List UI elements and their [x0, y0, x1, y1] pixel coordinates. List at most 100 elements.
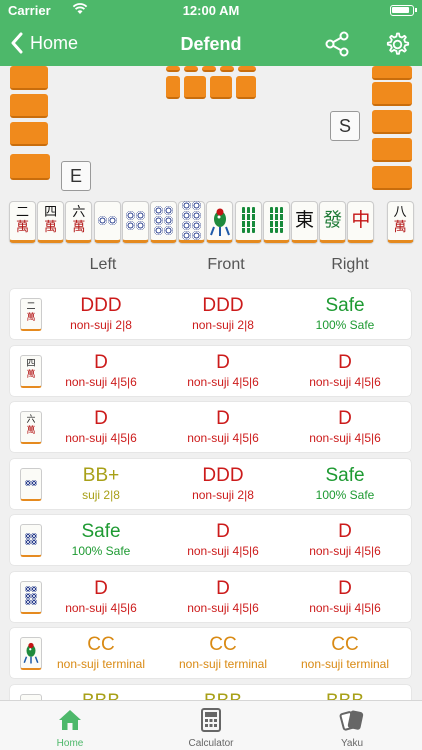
tab-calculator[interactable]: Calculator	[141, 701, 281, 750]
navigation-bar: Home Defend	[0, 22, 422, 66]
danger-rating: Safe	[325, 295, 365, 316]
tile-rank: 二	[15, 205, 29, 220]
hand-tile[interactable]: 四萬	[37, 201, 65, 243]
danger-rating: D	[338, 351, 352, 373]
cards-icon	[339, 710, 364, 731]
danger-row[interactable]: 六萬 Dnon-suji 4|5|6 Dnon-suji 4|5|6 Dnon-suj…	[10, 402, 411, 452]
danger-rating: DDD	[80, 295, 122, 316]
danger-rating: D	[216, 351, 230, 373]
danger-row[interactable]: 二萬 DDD non-suji 2|8 DDD non-suji 2|8 Safe 100%…	[10, 289, 411, 339]
danger-cell-front: Dnon-suji 4|5|6	[162, 578, 284, 615]
danger-cell-right: Dnon-suji 4|5|6	[284, 521, 406, 558]
hand-tile[interactable]: 八萬	[386, 201, 414, 243]
home-icon	[59, 710, 81, 730]
tile-suit: 萬	[72, 220, 86, 235]
danger-rating: CC	[209, 634, 237, 655]
danger-cell-right: Dnon-suji 4|5|6	[284, 408, 406, 445]
danger-detail: non-suji 4|5|6	[65, 431, 137, 445]
circles-icon	[123, 202, 148, 238]
front-opponent-tile	[184, 76, 206, 99]
row-tile	[20, 580, 42, 614]
danger-rating: D	[94, 408, 108, 429]
danger-cell-left: Safe 100% Safe	[40, 521, 162, 558]
hand-tile[interactable]	[150, 201, 177, 243]
hand-tile[interactable]: 二萬	[9, 201, 36, 243]
column-header-right: Right	[331, 256, 369, 273]
tab-calculator-label: Calculator	[188, 738, 234, 749]
hand-tile[interactable]	[234, 201, 262, 243]
danger-row[interactable]: Safe 100% Safe Dnon-suji 4|5|6 Dnon-suji 4|…	[10, 515, 411, 565]
table-area: E S	[0, 66, 422, 196]
danger-row[interactable]: 四萬 Dnon-suji 4|5|6 Dnon-suji 4|5|6 Dnon-suj…	[10, 345, 411, 396]
right-opponent-tile	[372, 166, 412, 190]
danger-detail: non-suji 4|5|6	[187, 374, 259, 389]
hand-tile[interactable]: 中	[347, 201, 375, 243]
row-tile	[20, 467, 42, 501]
hand-tile[interactable]	[121, 201, 149, 243]
hand-tile[interactable]: 六萬	[65, 201, 93, 243]
tab-yaku[interactable]: Yaku	[282, 701, 422, 750]
bird-icon	[209, 208, 230, 236]
danger-rating: D	[338, 408, 352, 429]
danger-cell-front: Dnon-suji 4|5|6	[162, 352, 284, 389]
tile-rank: 八	[393, 205, 407, 220]
row-tile: 二萬	[20, 298, 42, 331]
circles-icon	[21, 582, 41, 610]
danger-rating: Safe	[325, 464, 365, 486]
row-tile: 六萬	[20, 411, 42, 444]
left-opponent-tile	[10, 66, 48, 90]
column-header-front: Front	[207, 256, 245, 273]
tile-suit: 萬	[26, 313, 36, 323]
gear-icon	[386, 32, 410, 55]
danger-row[interactable]: BB+ suji 2|8 DDD non-suji 2|8 Safe 100% Safe	[10, 458, 411, 509]
danger-detail: 100% Safe	[71, 544, 131, 558]
hand-tile[interactable]	[93, 201, 121, 243]
front-opponent-tile	[210, 76, 232, 99]
hand-tile[interactable]	[262, 201, 290, 243]
settings-button[interactable]	[384, 31, 410, 62]
honor-glyph: 發	[323, 209, 343, 231]
danger-cell-right: Safe 100% Safe	[284, 295, 406, 332]
danger-rating: CC	[87, 634, 115, 655]
hand-tile[interactable]	[178, 200, 206, 243]
right-opponent-tile	[372, 66, 412, 80]
left-opponent-tile	[10, 94, 48, 118]
hand-tile[interactable]	[206, 201, 234, 243]
battery-icon	[390, 5, 417, 16]
share-button[interactable]	[324, 31, 350, 62]
danger-detail: non-suji 4|5|6	[187, 544, 259, 558]
column-header-left: Left	[89, 256, 117, 273]
danger-rating: BB+	[82, 464, 120, 486]
danger-rating: D	[216, 577, 230, 599]
hand-tile[interactable]: 發	[319, 201, 347, 243]
danger-detail: non-suji terminal	[300, 657, 390, 671]
danger-cell-front: CC non-suji terminal	[162, 634, 284, 671]
hand-tile[interactable]: 東	[291, 201, 318, 243]
front-opponent-tile	[166, 76, 180, 99]
honor-glyph: 中	[351, 209, 371, 231]
danger-cell-right: Safe 100% Safe	[284, 465, 406, 502]
danger-rating: D	[94, 351, 108, 373]
danger-row[interactable]: CC non-suji terminal CC non-suji terminal CC…	[10, 628, 411, 678]
front-opponent-tile	[202, 66, 216, 72]
front-opponent-tile	[220, 66, 234, 72]
danger-detail: non-suji 2|8	[192, 487, 254, 502]
tab-home[interactable]: Home	[0, 701, 140, 750]
danger-row[interactable]: Dnon-suji 4|5|6 Dnon-suji 4|5|6 Dnon-suji …	[10, 571, 411, 622]
danger-rating: DDD	[202, 295, 244, 316]
front-opponent-tile	[166, 66, 180, 72]
circles-icon	[151, 202, 176, 238]
tile-suit: 萬	[15, 220, 29, 235]
tile-rank: 四	[44, 205, 58, 220]
danger-cell-front: Dnon-suji 4|5|6	[162, 408, 284, 445]
tab-home-label: Home	[56, 738, 84, 749]
danger-rating: D	[94, 577, 108, 599]
tile-rank: 四	[26, 358, 36, 369]
danger-rating: DDD	[202, 464, 244, 486]
east-wind-indicator: E	[61, 161, 91, 191]
danger-detail: non-suji 4|5|6	[309, 544, 381, 558]
danger-detail: 100% Safe	[315, 318, 375, 332]
tab-yaku-label: Yaku	[340, 738, 364, 749]
calculator-icon	[201, 708, 221, 732]
column-headers: Left Front Right	[0, 256, 422, 276]
